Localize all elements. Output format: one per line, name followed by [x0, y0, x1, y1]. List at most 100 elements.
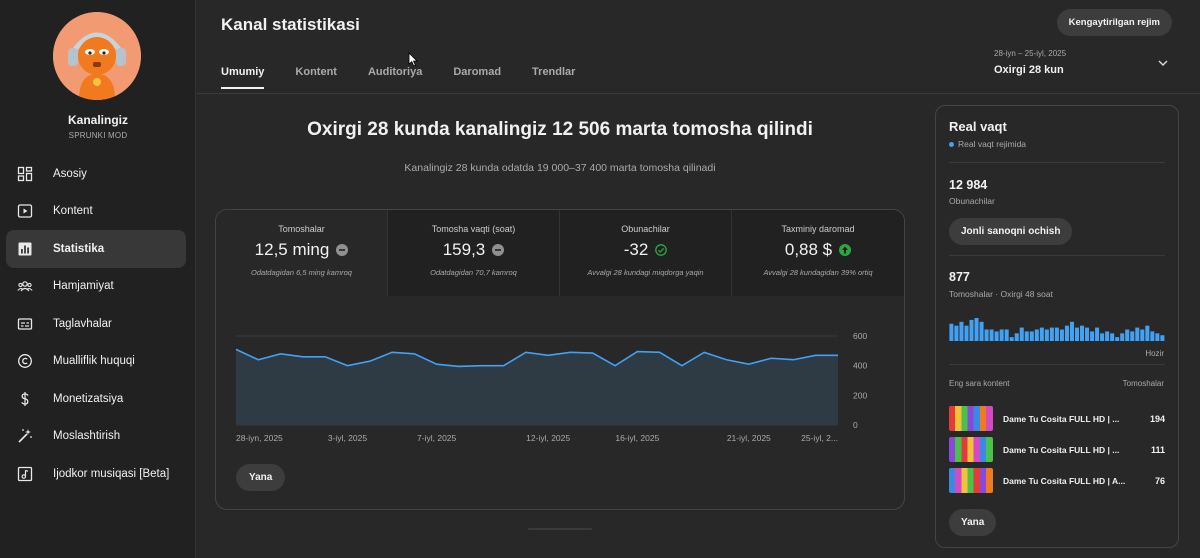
tab-revenue[interactable]: Daromad	[453, 66, 501, 89]
content-icon	[17, 203, 33, 219]
top-content-metric-label: Tomoshalar	[1122, 379, 1164, 388]
realtime-bar	[1039, 327, 1044, 341]
video-title[interactable]: Dame Tu Cosita FULL HD | ...	[1003, 414, 1138, 424]
realtime-bar	[1004, 329, 1009, 341]
metric-note: Odatdagidan 6,5 ming kamroq	[251, 268, 352, 277]
metric-watch-time[interactable]: Tomosha vaqti (soat) 159,3 Odatdagidan 7…	[388, 210, 560, 296]
chevron-down-icon[interactable]	[1156, 56, 1170, 70]
sidebar-item-label: Moslashtirish	[53, 430, 121, 443]
metric-value-row: 0,88 $	[732, 240, 904, 260]
realtime-bar	[959, 321, 964, 341]
sidebar-item-creator-music[interactable]: Ijodkor musiqasi [Beta]	[6, 455, 186, 493]
metric-label: Tomoshalar	[278, 224, 325, 234]
realtime-bar	[1095, 327, 1100, 341]
minus-circle-icon	[336, 244, 349, 256]
tab-trends[interactable]: Trendlar	[532, 66, 575, 89]
sidebar-item-monetization[interactable]: Monetizatsiya	[6, 380, 186, 418]
top-content-row[interactable]: Dame Tu Cosita FULL HD | A... 76	[949, 468, 1165, 493]
channel-avatar[interactable]	[53, 12, 141, 100]
video-views: 194	[1149, 413, 1165, 424]
x-tick-label: 16-iyl, 2025	[615, 433, 659, 443]
metric-views[interactable]: Tomoshalar 12,5 ming Odatdagidan 6,5 min…	[216, 210, 388, 296]
realtime-views-value: 877	[949, 270, 970, 284]
realtime-bar	[974, 318, 979, 341]
dollar-icon	[17, 391, 33, 407]
video-thumbnail[interactable]	[949, 468, 993, 493]
realtime-bar	[1019, 327, 1024, 341]
sidebar-item-customization[interactable]: Moslashtirish	[6, 418, 186, 456]
channel-subtitle: SPRUNKI MOD	[68, 131, 128, 140]
sidebar-item-label: Statistika	[53, 242, 105, 255]
see-more-button[interactable]: Yana	[236, 464, 286, 491]
sidebar-item-copyright[interactable]: Mualliflik huquqi	[6, 343, 186, 381]
video-thumbnail[interactable]	[949, 437, 993, 462]
realtime-bar	[1135, 327, 1140, 341]
realtime-bar	[1120, 333, 1125, 341]
realtime-bar	[1064, 325, 1069, 341]
top-content-label: Eng sara kontent	[949, 379, 1010, 388]
realtime-bar	[984, 329, 989, 341]
video-thumbnail[interactable]	[949, 406, 993, 431]
page-title: Kanal statistikasi	[221, 15, 360, 34]
realtime-bar	[1115, 337, 1120, 341]
community-icon	[17, 278, 33, 294]
sidebar-nav: Asosiy Kontent Statistika Hamjamiyat Tag…	[6, 155, 186, 493]
copyright-icon	[17, 353, 33, 369]
realtime-bar	[1049, 327, 1054, 341]
video-views: 76	[1154, 475, 1165, 486]
sidebar-item-label: Asosiy	[53, 167, 87, 180]
realtime-bar	[999, 329, 1004, 341]
video-title[interactable]: Dame Tu Cosita FULL HD | ...	[1003, 445, 1138, 455]
realtime-bar	[1080, 325, 1085, 341]
open-live-count-button[interactable]: Jonli sanoqni ochish	[949, 218, 1073, 245]
dashboard-icon	[17, 166, 33, 182]
subtitles-icon	[17, 316, 33, 332]
y-tick-label: 600	[853, 331, 867, 341]
tab-content[interactable]: Kontent	[295, 66, 337, 89]
sidebar-item-label: Taglavhalar	[53, 317, 112, 330]
video-title[interactable]: Dame Tu Cosita FULL HD | A...	[1003, 476, 1138, 486]
sidebar-item-dashboard[interactable]: Asosiy	[6, 155, 186, 193]
sidebar-item-content[interactable]: Kontent	[6, 193, 186, 231]
header: Kanal statistikasi Umumiy Kontent Audito…	[197, 0, 1200, 94]
realtime-bar	[1100, 333, 1105, 341]
realtime-bar	[1145, 325, 1150, 341]
realtime-views-bar-chart[interactable]	[949, 316, 1165, 341]
advanced-mode-button[interactable]: Kengaytirilgan rejim	[1056, 9, 1172, 36]
metric-subscribers[interactable]: Obunachilar -32 Avvalgi 28 kundagi miqdo…	[560, 210, 732, 296]
realtime-more-button[interactable]: Yana	[949, 509, 997, 536]
sidebar-item-label: Kontent	[53, 205, 93, 218]
sidebar-item-subtitles[interactable]: Taglavhalar	[6, 305, 186, 343]
realtime-bar	[979, 321, 984, 341]
metric-revenue[interactable]: Taxminiy daromad 0,88 $ Avvalgi 28 kunda…	[732, 210, 904, 296]
sidebar-item-community[interactable]: Hamjamiyat	[6, 268, 186, 306]
summary-subheadline: Kanalingiz 28 kunda odatda 19 000–37 400…	[404, 162, 716, 174]
realtime-bar	[969, 319, 974, 341]
realtime-bar	[1029, 331, 1034, 341]
metric-note: Avvalgi 28 kundagidan 39% ortiq	[763, 268, 873, 277]
tab-overview[interactable]: Umumiy	[221, 66, 265, 89]
realtime-title: Real vaqt	[949, 119, 1007, 134]
analytics-icon	[17, 241, 33, 257]
realtime-bar	[1085, 327, 1090, 341]
realtime-bar	[1059, 329, 1064, 341]
metric-value: 159,3	[442, 240, 486, 259]
arrow-up-icon	[839, 244, 852, 256]
realtime-bar	[1110, 333, 1115, 341]
metric-label: Tomosha vaqti (soat)	[431, 224, 516, 234]
x-tick-label: 25-iyl, 2...	[801, 433, 838, 443]
top-content-row[interactable]: Dame Tu Cosita FULL HD | ... 111	[949, 437, 1165, 462]
metric-value: -32	[623, 240, 649, 259]
views-chart[interactable]: 0 200 400 600 28-iyn, 2025 3-iyl, 2025 7-iyl, …	[216, 320, 904, 455]
realtime-bar	[1034, 329, 1039, 341]
metric-value: 12,5 ming	[254, 240, 330, 259]
top-content-row[interactable]: Dame Tu Cosita FULL HD | ... 194	[949, 406, 1165, 431]
x-tick-label: 21-iyl, 2025	[727, 433, 771, 443]
date-range-text[interactable]: 28-iyn – 25-iyl, 2025	[994, 49, 1066, 58]
sidebar-item-analytics[interactable]: Statistika	[6, 230, 186, 268]
tab-audience[interactable]: Auditoriya	[368, 66, 422, 89]
realtime-live-indicator: Real vaqt rejimida	[949, 139, 1026, 149]
date-period-label[interactable]: Oxirgi 28 kun	[994, 64, 1064, 76]
realtime-bar	[1130, 331, 1135, 341]
metric-note: Avvalgi 28 kundagi miqdorga yaqin	[587, 268, 704, 277]
